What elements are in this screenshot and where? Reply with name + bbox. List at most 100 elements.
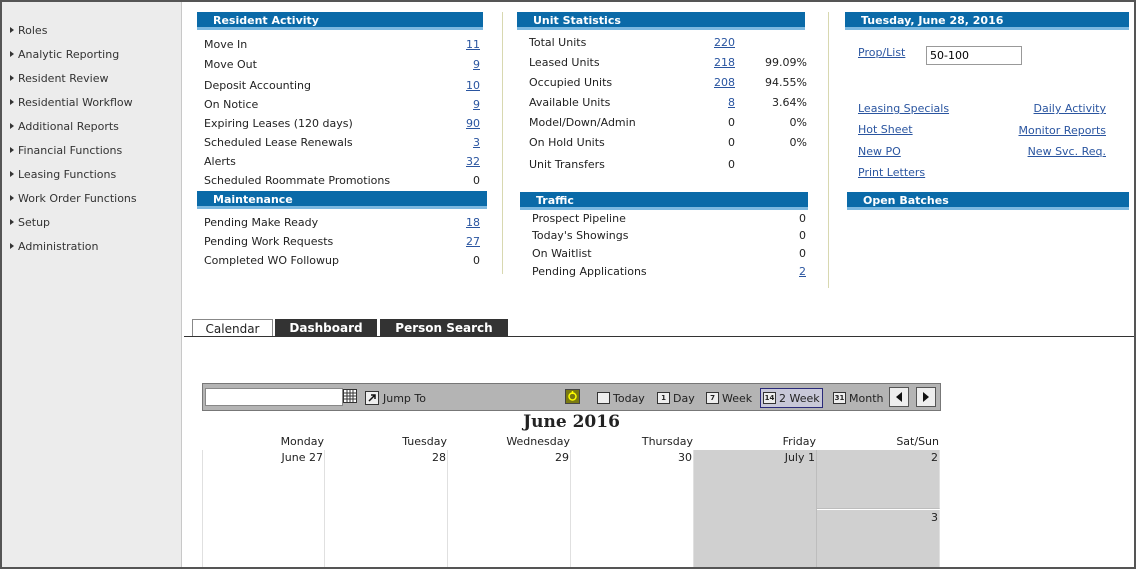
triangle-right-icon: [10, 75, 14, 81]
list-item: Alerts 32: [204, 155, 480, 168]
move-out-link[interactable]: 9: [473, 58, 480, 71]
day-number: June 27: [281, 451, 323, 464]
open-batches-header: Open Batches: [847, 192, 1129, 210]
new-svc-req-link[interactable]: New Svc. Req.: [1028, 145, 1106, 158]
resident-activity-header: Resident Activity: [197, 12, 483, 30]
occupied-units-link[interactable]: 208: [714, 76, 735, 89]
column-divider: [828, 12, 829, 288]
list-item: Scheduled Lease Renewals 3: [204, 136, 480, 149]
arrow-right-icon: [923, 392, 929, 402]
pending-applications-link[interactable]: 2: [799, 265, 806, 278]
triangle-right-icon: [10, 147, 14, 153]
sidebar-item-analytic-reporting[interactable]: Analytic Reporting: [10, 45, 119, 63]
day-name-monday: Monday: [280, 435, 324, 448]
day-number: July 1: [784, 451, 815, 464]
print-letters-link[interactable]: Print Letters: [858, 166, 925, 179]
day-number: 28: [432, 451, 446, 464]
pending-make-ready-link[interactable]: 18: [466, 216, 480, 229]
day-name-friday: Friday: [782, 435, 816, 448]
day-number: 30: [678, 451, 692, 464]
tab-calendar[interactable]: Calendar: [192, 319, 273, 337]
scheduled-lease-renewals-link[interactable]: 3: [473, 136, 480, 149]
sidebar: Roles Analytic Reporting Resident Review…: [2, 2, 182, 567]
calendar-month-icon: 31: [833, 392, 846, 404]
pending-work-requests-link[interactable]: 27: [466, 235, 480, 248]
sidebar-item-setup[interactable]: Setup: [10, 213, 50, 231]
list-item: Today's Showings 0: [532, 229, 806, 242]
day-cell[interactable]: [448, 450, 571, 567]
move-in-link[interactable]: 11: [466, 38, 480, 51]
tab-person-search[interactable]: Person Search: [380, 319, 508, 337]
week-view-button[interactable]: 7 Week: [706, 388, 752, 408]
calendar-grid-icon[interactable]: [343, 389, 357, 403]
day-view-button[interactable]: 1 Day: [657, 388, 695, 408]
list-item: On Waitlist 0: [532, 247, 806, 260]
tab-dashboard[interactable]: Dashboard: [275, 319, 377, 337]
day-cell[interactable]: [325, 450, 448, 567]
day-cell[interactable]: [694, 450, 817, 567]
sidebar-item-resident-review[interactable]: Resident Review: [10, 69, 108, 87]
sidebar-item-administration[interactable]: Administration: [10, 237, 99, 255]
triangle-right-icon: [10, 51, 14, 57]
list-item: Move In 11: [204, 38, 480, 51]
triangle-right-icon: [10, 99, 14, 105]
on-notice-link[interactable]: 9: [473, 98, 480, 111]
sidebar-item-financial-functions[interactable]: Financial Functions: [10, 141, 122, 159]
list-item: Total Units 220: [529, 36, 735, 49]
sidebar-item-additional-reports[interactable]: Additional Reports: [10, 117, 119, 135]
list-item: Scheduled Roommate Promotions 0: [204, 174, 480, 187]
day-cell[interactable]: [571, 450, 694, 567]
traffic-header: Traffic: [520, 192, 808, 210]
sidebar-item-residential-workflow[interactable]: Residential Workflow: [10, 93, 133, 111]
jump-to-button[interactable]: Jump To: [365, 388, 426, 408]
calendar-title: June 2016: [523, 412, 620, 432]
list-item: On Notice 9: [204, 98, 480, 111]
triangle-right-icon: [10, 27, 14, 33]
list-item: Deposit Accounting 10: [204, 79, 480, 92]
completed-wo-followup-value: 0: [473, 254, 480, 267]
list-item: Prospect Pipeline 0: [532, 212, 806, 225]
total-units-link[interactable]: 220: [714, 36, 735, 49]
day-cell[interactable]: [202, 450, 325, 567]
sidebar-item-work-order-functions[interactable]: Work Order Functions: [10, 189, 137, 207]
calendar-two-week-icon: 14: [763, 392, 776, 404]
refresh-icon[interactable]: [565, 389, 580, 404]
triangle-right-icon: [10, 219, 14, 225]
roommate-promotions-value: 0: [473, 174, 480, 187]
list-item: Occupied Units 208 94.55%: [529, 76, 807, 89]
list-item: Leased Units 218 99.09%: [529, 56, 807, 69]
leased-units-link[interactable]: 218: [714, 56, 735, 69]
date-header: Tuesday, June 28, 2016: [845, 12, 1129, 30]
next-button[interactable]: [916, 387, 936, 407]
new-po-link[interactable]: New PO: [858, 145, 901, 158]
prop-list-link[interactable]: Prop/List: [858, 46, 905, 59]
list-item: Pending Make Ready 18: [204, 216, 480, 229]
deposit-accounting-link[interactable]: 10: [466, 79, 480, 92]
today-button[interactable]: Today: [597, 388, 645, 408]
tab-baseline: [184, 336, 1134, 337]
triangle-right-icon: [10, 243, 14, 249]
triangle-right-icon: [10, 171, 14, 177]
prop-list-input[interactable]: [926, 46, 1022, 65]
hot-sheet-link[interactable]: Hot Sheet: [858, 123, 913, 136]
calendar-day-icon: 1: [657, 392, 670, 404]
list-item: Available Units 8 3.64%: [529, 96, 807, 109]
month-view-button[interactable]: 31 Month: [833, 388, 883, 408]
previous-button[interactable]: [889, 387, 909, 407]
app-window: Roles Analytic Reporting Resident Review…: [0, 0, 1136, 569]
alerts-link[interactable]: 32: [466, 155, 480, 168]
sidebar-item-roles[interactable]: Roles: [10, 21, 47, 39]
date-input[interactable]: [205, 388, 343, 406]
available-units-link[interactable]: 8: [728, 96, 735, 109]
day-name-sat-sun: Sat/Sun: [896, 435, 939, 448]
expiring-leases-link[interactable]: 90: [466, 117, 480, 130]
two-week-view-button[interactable]: 14 2 Week: [760, 388, 823, 408]
monitor-reports-link[interactable]: Monitor Reports: [1018, 124, 1106, 137]
list-item: On Hold Units 0 0%: [529, 136, 807, 149]
leasing-specials-link[interactable]: Leasing Specials: [858, 102, 949, 115]
daily-activity-link[interactable]: Daily Activity: [1034, 102, 1106, 115]
list-item: Unit Transfers 0: [529, 158, 735, 171]
sidebar-item-leasing-functions[interactable]: Leasing Functions: [10, 165, 116, 183]
list-item: Pending Work Requests 27: [204, 235, 480, 248]
list-item: Expiring Leases (120 days) 90: [204, 117, 480, 130]
